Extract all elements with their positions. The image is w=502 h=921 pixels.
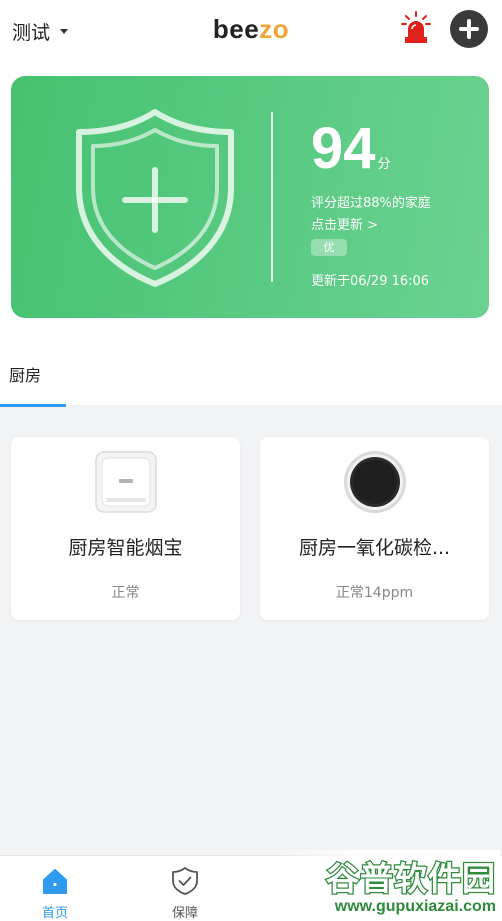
room-tabs: 厨房 — [0, 340, 502, 407]
grade-badge: 优 — [311, 239, 347, 256]
score-value: 94 — [311, 116, 376, 181]
score-display: 94 分 — [311, 120, 391, 178]
siren-icon[interactable] — [401, 11, 431, 45]
room-tab-label: 厨房 — [9, 366, 42, 385]
co-detector-icon — [344, 451, 406, 513]
active-tab-indicator — [0, 404, 66, 407]
refresh-link[interactable]: 点击更新 > — [311, 214, 378, 233]
device-status: 正常 — [111, 585, 140, 601]
tab-kitchen[interactable]: 厨房 — [0, 340, 66, 407]
security-score-card[interactable]: 94 分 评分超过88%的家庭 点击更新 > 优 更新于06/29 16:06 — [11, 76, 489, 318]
app-header: 测试 beezo — [0, 0, 502, 64]
tab-label: 首页 — [41, 906, 68, 921]
home-icon — [43, 869, 67, 894]
add-icon[interactable] — [450, 10, 488, 48]
tab-home[interactable]: 首页 — [20, 856, 90, 921]
card-divider — [271, 112, 273, 282]
logo-text: bee — [212, 14, 260, 44]
device-name: 厨房智能烟宝 — [68, 537, 183, 559]
shield-check-icon — [172, 867, 198, 895]
watermark-url: www.gupuxiazai.com — [334, 898, 496, 915]
device-card-co-detector[interactable]: 厨房一氧化碳检... 正常14ppm — [260, 437, 489, 620]
tab-security[interactable]: 保障 — [150, 856, 220, 921]
device-name: 厨房一氧化碳检... — [298, 537, 451, 559]
watermark-title: 谷普软件园 — [325, 858, 497, 900]
smoke-detector-icon — [95, 451, 157, 513]
logo-accent: zo — [259, 14, 290, 44]
device-card-smoke-detector[interactable]: 厨房智能烟宝 正常 — [11, 437, 240, 620]
device-status: 正常14ppm — [335, 585, 414, 601]
updated-timestamp: 更新于06/29 16:06 — [311, 274, 430, 289]
score-unit: 分 — [377, 157, 391, 172]
watermark-logo: 谷普软件园 www.gupuxiazai.com — [278, 850, 500, 920]
tab-label: 保障 — [171, 906, 198, 921]
shield-plus-icon — [76, 109, 234, 287]
score-description: 评分超过88%的家庭 — [311, 196, 431, 211]
